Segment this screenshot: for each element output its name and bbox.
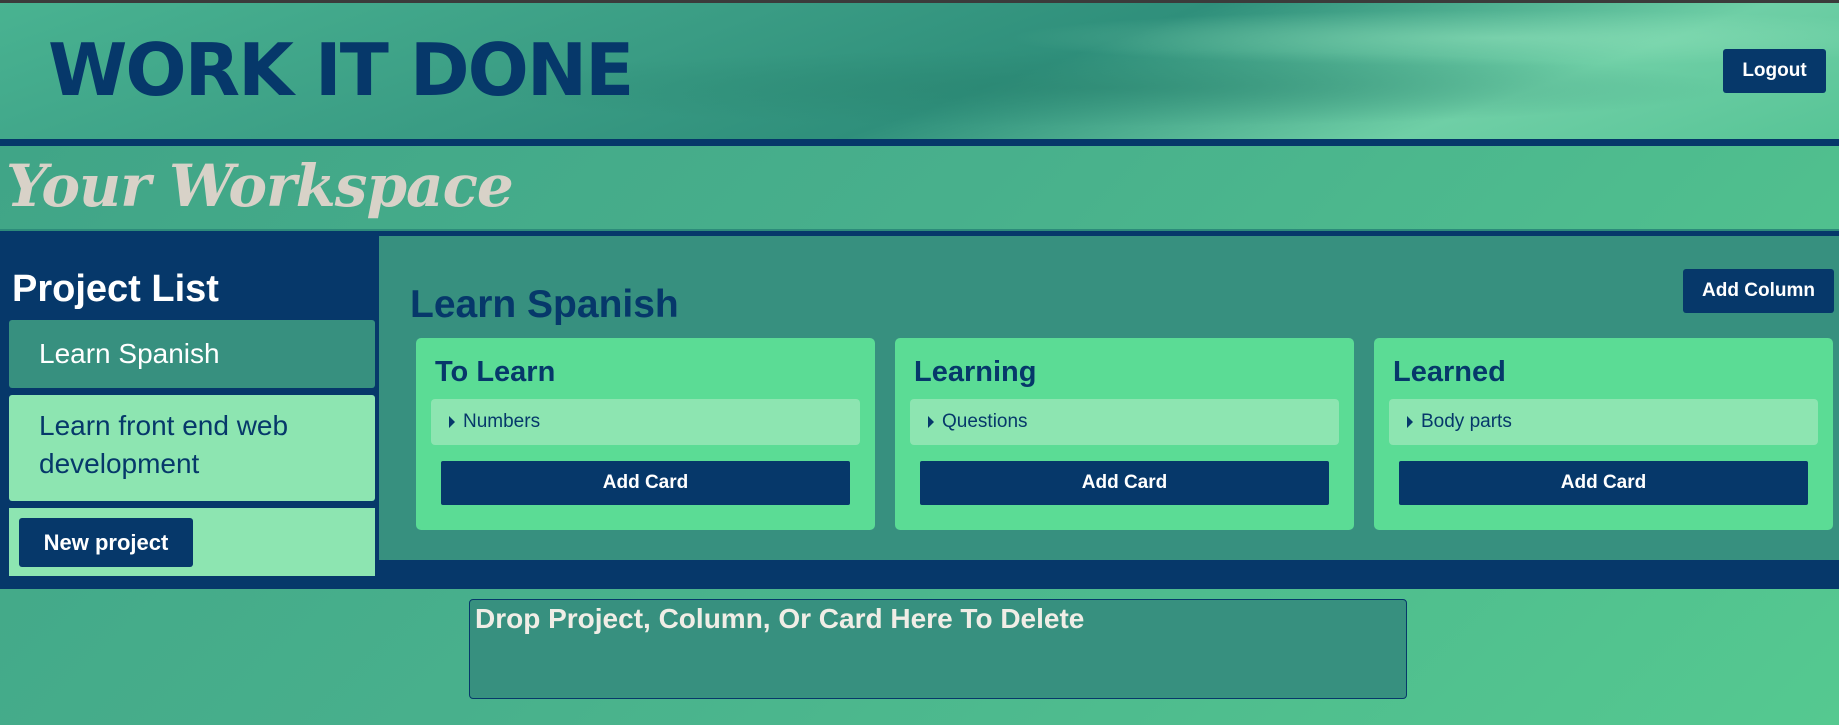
project-list-title: Project List — [12, 268, 219, 310]
column-learning[interactable]: Learning Questions Add Card — [895, 338, 1354, 530]
header-divider — [0, 139, 1839, 146]
card-label: Numbers — [463, 411, 541, 432]
column-title: Learning — [914, 356, 1037, 388]
add-card-button[interactable]: Add Card — [1399, 461, 1808, 505]
expand-arrow-icon[interactable] — [449, 416, 455, 428]
app-logo: WORK IT DONE — [48, 28, 634, 112]
expand-arrow-icon[interactable] — [928, 416, 934, 428]
project-item-learn-front-end[interactable]: Learn front end web development — [9, 395, 375, 501]
card-body-parts[interactable]: Body parts — [1389, 399, 1818, 445]
new-project-button[interactable]: New project — [19, 518, 193, 567]
page-title: Your Workspace — [6, 152, 514, 220]
logout-button[interactable]: Logout — [1723, 49, 1826, 93]
delete-dropzone[interactable]: Drop Project, Column, Or Card Here To De… — [469, 599, 1407, 699]
card-questions[interactable]: Questions — [910, 399, 1339, 445]
column-title: To Learn — [435, 356, 556, 388]
dropzone-label: Drop Project, Column, Or Card Here To De… — [475, 603, 1085, 634]
card-numbers[interactable]: Numbers — [431, 399, 860, 445]
add-column-button[interactable]: Add Column — [1683, 269, 1834, 313]
add-card-button[interactable]: Add Card — [441, 461, 850, 505]
column-title: Learned — [1393, 356, 1506, 388]
column-to-learn[interactable]: To Learn Numbers Add Card — [416, 338, 875, 530]
board-title: Learn Spanish — [410, 283, 679, 326]
column-learned[interactable]: Learned Body parts Add Card — [1374, 338, 1833, 530]
project-item-learn-spanish[interactable]: Learn Spanish — [9, 320, 375, 388]
card-label: Body parts — [1421, 411, 1512, 432]
add-card-button[interactable]: Add Card — [920, 461, 1329, 505]
expand-arrow-icon[interactable] — [1407, 416, 1413, 428]
app-header: WORK IT DONE — [0, 3, 1839, 139]
card-label: Questions — [942, 411, 1028, 432]
